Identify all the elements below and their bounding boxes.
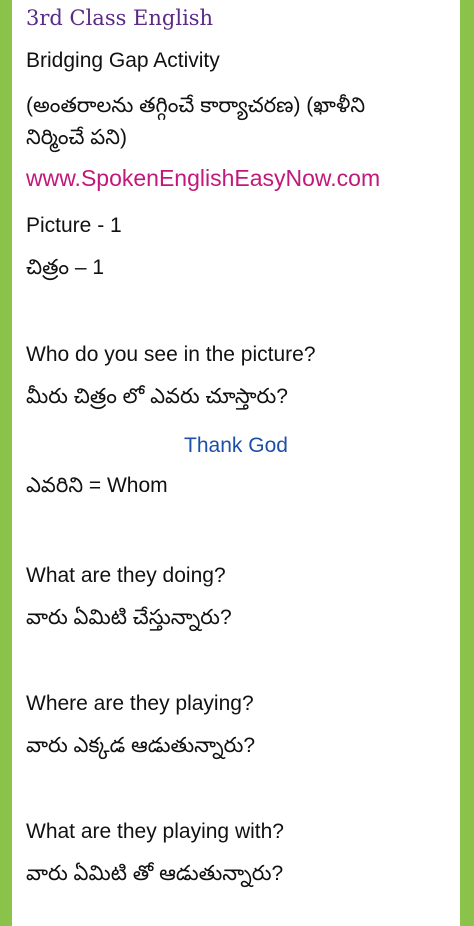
telugu-subtitle-line-2: నిర్మించే పని) [26,126,127,149]
question-2-te: వారు ఏమిటి చేస్తున్నారు? [26,606,232,629]
page-title: 3rd Class English [26,6,214,30]
telugu-subtitle-line-1: (అంతరాలను తగ్గించే కార్యాచరణ) (ఖాళీని [26,94,366,117]
question-1-en: Who do you see in the picture? [26,343,316,366]
question-3-en: Where are they playing? [26,692,254,715]
question-4-te: వారు ఏమిటి తో ఆడుతున్నారు? [26,862,284,885]
question-3-te: వారు ఎక్కడ ఆడుతున్నారు? [26,734,256,757]
picture-label-te: చిత్రం – 1 [26,256,105,279]
question-2-en: What are they doing? [26,564,226,587]
question-1-te: మీరు చిత్రం లో ఎవరు చూస్తారు? [26,385,288,408]
page-subtitle: Bridging Gap Activity [26,49,220,72]
thank-god-note: Thank God [184,434,288,457]
page-card: 3rd Class English Bridging Gap Activity … [12,0,460,926]
whom-line: ఎవరిని = Whom [26,474,168,497]
picture-label-en: Picture - 1 [26,214,122,237]
question-4-en: What are they playing with? [26,820,284,843]
website-link[interactable]: www.SpokenEnglishEasyNow.com [26,164,450,192]
